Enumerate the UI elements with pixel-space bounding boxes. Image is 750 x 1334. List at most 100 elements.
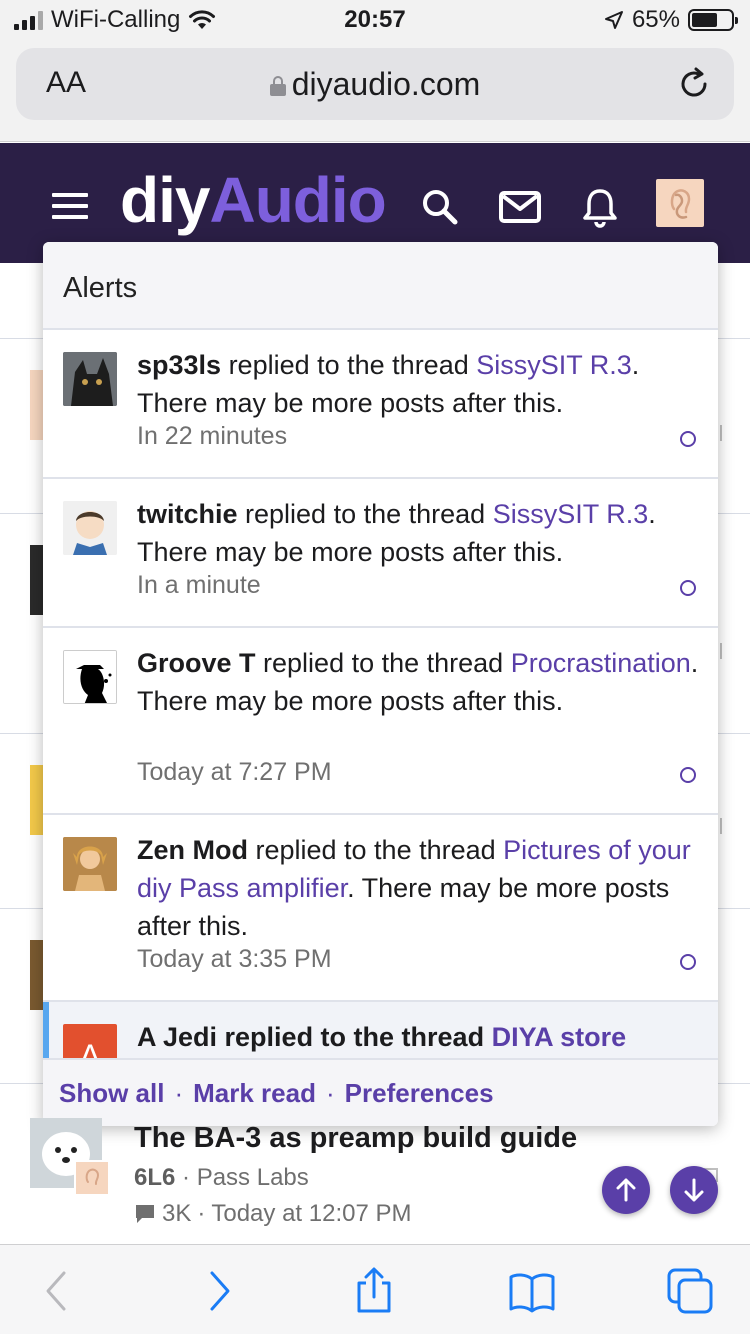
stats-separator: · (197, 1200, 206, 1227)
alerts-dropdown: Alerts sp33ls replied to the thread Siss… (43, 242, 718, 1126)
user-avatar[interactable] (656, 179, 704, 227)
cell-signal-icon (14, 10, 43, 30)
alert-time: In a minute (137, 571, 261, 599)
alert-thread-link[interactable]: SissySIT R.3 (476, 350, 632, 380)
battery-level (692, 13, 717, 27)
thread-meta: 6L6 · Pass Labs (134, 1164, 309, 1192)
scroll-down-button[interactable] (670, 1166, 718, 1214)
scroll-up-button[interactable] (602, 1166, 650, 1214)
background-divider (720, 425, 722, 441)
cartoon-avatar-image (63, 501, 117, 555)
alert-avatar[interactable] (63, 837, 117, 891)
mark-read-toggle[interactable] (680, 954, 696, 970)
status-right: 65% (604, 6, 738, 34)
lock-icon (269, 76, 286, 96)
dog-avatar-image (63, 352, 117, 406)
alert-username[interactable]: twitchie (137, 499, 238, 529)
alert-time: Today at 7:27 PM (137, 758, 332, 786)
alert-username[interactable]: Zen Mod (137, 835, 248, 865)
ear-icon (670, 189, 691, 219)
alert-username[interactable]: Groove T (137, 648, 256, 678)
carrier-label: WiFi-Calling (51, 6, 181, 33)
forward-icon[interactable] (196, 1267, 244, 1315)
alert-time: Today at 3:35 PM (137, 945, 332, 973)
mark-read-toggle[interactable] (680, 767, 696, 783)
footer-separator: · (325, 1078, 335, 1108)
search-icon[interactable] (418, 185, 462, 229)
alert-avatar[interactable]: A (63, 1024, 117, 1058)
alert-action: replied to the thread (217, 1022, 492, 1052)
thread-title[interactable]: The BA-3 as preamp build guide (134, 1122, 577, 1155)
reply-count: 3K (162, 1200, 192, 1227)
tabs-icon[interactable] (666, 1267, 714, 1315)
location-arrow-icon (604, 11, 623, 29)
alert-item-unread[interactable]: A A Jedi replied to the thread DIYA stor… (43, 1002, 718, 1058)
bookmarks-icon[interactable] (508, 1267, 556, 1315)
arrow-up-icon (616, 1178, 636, 1202)
alert-text: twitchie replied to the thread SissySIT … (137, 495, 703, 571)
alert-action: replied to the thread (247, 835, 504, 865)
arrow-down-icon (684, 1178, 704, 1202)
bell-icon[interactable] (578, 185, 622, 229)
alert-text: A Jedi replied to the thread DIYA store (137, 1018, 703, 1056)
reload-icon[interactable] (676, 66, 712, 102)
alert-item[interactable]: Zen Mod replied to the thread Pictures o… (43, 815, 718, 1002)
status-bar: WiFi-Calling 20:57 65% (0, 0, 750, 40)
browser-address-area: AA diyaudio.com (0, 40, 750, 142)
portrait-avatar-image (63, 837, 117, 891)
last-post-time[interactable]: Today at 12:07 PM (211, 1200, 411, 1228)
wifi-icon (189, 10, 216, 29)
back-icon[interactable] (34, 1267, 82, 1315)
ear-icon (85, 1168, 100, 1185)
thread-stats: 3K · Today at 12:07 PM (134, 1200, 411, 1228)
mark-read-link[interactable]: Mark read (193, 1078, 316, 1108)
meta-separator: · (182, 1164, 191, 1191)
url-text: diyaudio.com (291, 66, 481, 102)
url-display[interactable]: diyaudio.com (16, 66, 734, 103)
menu-icon[interactable] (52, 193, 88, 219)
alert-avatar[interactable] (63, 501, 117, 555)
address-bar[interactable]: AA diyaudio.com (16, 48, 734, 120)
background-divider (720, 818, 722, 834)
preferences-link[interactable]: Preferences (345, 1078, 494, 1108)
background-divider (720, 643, 722, 659)
logo-diy: diy (120, 164, 210, 236)
share-icon[interactable] (350, 1267, 398, 1315)
site-logo[interactable]: diyAudio (120, 164, 387, 236)
mark-read-toggle[interactable] (680, 580, 696, 596)
alert-thread-link[interactable]: DIYA store (492, 1022, 627, 1052)
mark-read-toggle[interactable] (680, 431, 696, 447)
alert-text: sp33ls replied to the thread SissySIT R.… (137, 346, 703, 422)
status-left: WiFi-Calling (14, 6, 216, 34)
alert-username[interactable]: sp33ls (137, 350, 221, 380)
alert-thread-link[interactable]: Procrastination (511, 648, 691, 678)
alert-action: replied to the thread (221, 350, 477, 380)
alerts-list[interactable]: sp33ls replied to the thread SissySIT R.… (43, 330, 718, 1058)
battery-percent: 65% (631, 6, 680, 33)
alert-text: Zen Mod replied to the thread Pictures o… (137, 831, 703, 945)
alert-avatar[interactable] (63, 352, 117, 406)
show-all-link[interactable]: Show all (59, 1078, 164, 1108)
alert-username[interactable]: A Jedi (137, 1022, 217, 1052)
alerts-header: Alerts (43, 242, 718, 330)
alert-text: Groove T replied to the thread Procrasti… (137, 644, 703, 720)
browser-toolbar (0, 1244, 750, 1334)
alert-avatar[interactable] (63, 650, 117, 704)
mail-icon[interactable] (498, 185, 542, 229)
thread-last-poster-avatar[interactable] (74, 1160, 110, 1196)
alert-action: replied to the thread (255, 648, 511, 678)
silhouette-avatar-image (64, 651, 116, 703)
alert-thread-link[interactable]: SissySIT R.3 (493, 499, 649, 529)
alert-action: replied to the thread (237, 499, 493, 529)
footer-separator: · (174, 1078, 184, 1108)
thread-forum[interactable]: Pass Labs (197, 1164, 309, 1191)
alert-item[interactable]: Groove T replied to the thread Procrasti… (43, 628, 718, 815)
comment-icon (136, 1205, 154, 1223)
alert-item[interactable]: sp33ls replied to the thread SissySIT R.… (43, 330, 718, 479)
thread-author[interactable]: 6L6 (134, 1164, 175, 1191)
logo-audio: Audio (209, 164, 386, 236)
alert-item[interactable]: twitchie replied to the thread SissySIT … (43, 479, 718, 628)
alerts-footer: Show all · Mark read · Preferences (43, 1058, 718, 1126)
alert-time: In 22 minutes (137, 422, 288, 450)
battery-icon (688, 9, 738, 31)
